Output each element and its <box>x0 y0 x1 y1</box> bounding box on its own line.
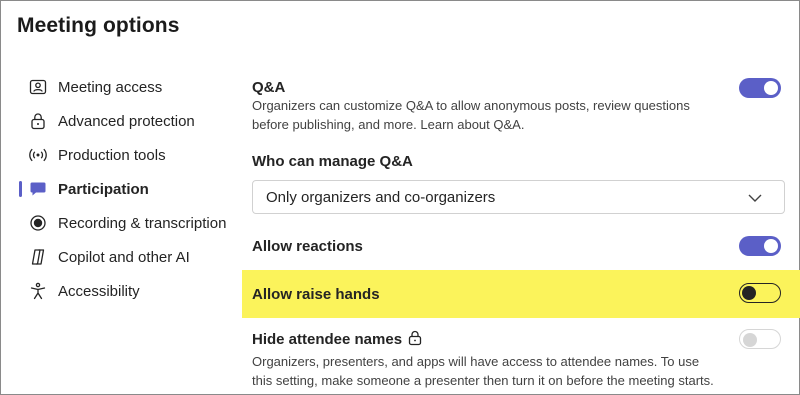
toggle-knob <box>742 286 756 300</box>
qa-toggle[interactable] <box>739 78 781 98</box>
sidebar-item-label: Production tools <box>58 146 166 164</box>
sidebar-item-label: Meeting access <box>58 78 163 96</box>
chevron-down-icon <box>748 194 762 202</box>
raise-hands-toggle[interactable] <box>739 283 781 303</box>
sidebar-item-accessibility[interactable]: Accessibility <box>0 274 240 308</box>
active-indicator <box>19 181 22 197</box>
sidebar-item-label: Recording & transcription <box>58 214 227 232</box>
raise-hands-title: Allow raise hands <box>252 286 380 303</box>
person-card-icon <box>29 79 47 95</box>
broadcast-icon <box>29 148 47 162</box>
hide-names-label: Hide attendee names <box>252 331 403 348</box>
toggle-knob <box>764 239 778 253</box>
accessibility-icon <box>30 282 46 300</box>
manage-qa-dropdown[interactable]: Only organizers and co-organizers <box>252 180 785 214</box>
toggle-knob <box>743 333 757 347</box>
sidebar-item-label: Copilot and other AI <box>58 248 190 266</box>
lock-icon <box>408 330 422 346</box>
toggle-knob <box>764 81 778 95</box>
sidebar-item-label: Advanced protection <box>58 112 195 130</box>
sidebar-item-meeting-access[interactable]: Meeting access <box>0 70 240 104</box>
lock-icon <box>31 113 45 130</box>
sidebar-item-recording[interactable]: Recording & transcription <box>0 206 240 240</box>
sidebar-item-label: Participation <box>58 180 149 198</box>
reactions-toggle[interactable] <box>739 236 781 256</box>
sidebar-item-label: Accessibility <box>58 282 140 300</box>
sidebar-item-copilot[interactable]: Copilot and other AI <box>0 240 240 274</box>
sidebar-item-participation[interactable]: Participation <box>0 172 240 206</box>
chat-icon <box>30 182 46 196</box>
qa-description: Organizers can customize Q&A to allow an… <box>252 98 690 132</box>
manage-qa-title: Who can manage Q&A <box>252 153 413 170</box>
hide-names-description: Organizers, presenters, and apps will ha… <box>252 354 714 388</box>
sidebar-item-production-tools[interactable]: Production tools <box>0 138 240 172</box>
copilot-icon <box>31 249 45 265</box>
hide-names-toggle[interactable] <box>739 329 781 349</box>
record-icon <box>30 215 46 231</box>
hide-names-title: Hide attendee names <box>252 330 422 348</box>
reactions-title: Allow reactions <box>252 238 363 255</box>
dropdown-value: Only organizers and co-organizers <box>266 189 496 206</box>
qa-title: Q&A <box>252 79 286 96</box>
sidebar-item-advanced-protection[interactable]: Advanced protection <box>0 104 240 138</box>
page-title: Meeting options <box>17 14 180 37</box>
